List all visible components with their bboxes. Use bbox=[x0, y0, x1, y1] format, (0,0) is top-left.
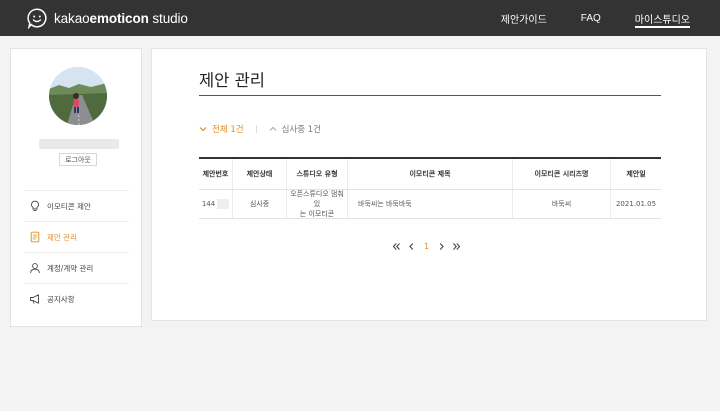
avatar bbox=[49, 67, 107, 125]
logout-button[interactable]: 로그아웃 bbox=[59, 153, 97, 166]
filter-reviewing-label: 심사중 1건 bbox=[281, 125, 321, 135]
smiley-bubble-icon bbox=[27, 8, 47, 29]
sidebar-item-account-contract[interactable]: 계정/계약 관리 bbox=[25, 252, 129, 283]
id-redacted bbox=[217, 199, 230, 209]
col-header-proposal-number: 제안번호 bbox=[199, 159, 233, 189]
sidebar-item-label: 공지사항 bbox=[47, 294, 75, 304]
top-navigation-bar: kakaoemoticon studio 제안가이드 FAQ 마이스튜디오 bbox=[0, 0, 720, 36]
cell-emoticon-title-link[interactable]: 바둑씨는 바둑바둑 bbox=[348, 190, 513, 218]
status-filters: 전체 1건 심사중 1건 bbox=[199, 123, 321, 135]
last-page-button[interactable] bbox=[449, 239, 464, 253]
lightbulb-icon bbox=[31, 200, 39, 211]
col-header-date: 제안일 bbox=[626, 170, 646, 178]
pagination: 1 bbox=[389, 239, 464, 253]
table-header-row: 제안번호 제안상태 스튜디오 유형 이모티콘 제목 이모티콘 시리즈명 제안일 bbox=[199, 159, 661, 190]
first-page-button[interactable] bbox=[389, 239, 404, 253]
filter-reviewing[interactable]: 심사중 1건 bbox=[269, 123, 321, 135]
sidebar-item-emoticon-proposal[interactable]: 이모티콘 제안 bbox=[25, 190, 129, 221]
chevron-up-icon bbox=[269, 126, 276, 131]
col-header-studio-type: 스튜디오 유형 bbox=[287, 159, 348, 189]
title-divider bbox=[199, 95, 661, 96]
col-header-emoticon-title: 이모티콘 제목 bbox=[348, 159, 513, 189]
brand-name: kakaoemoticon studio bbox=[54, 10, 188, 26]
nav-faq[interactable]: FAQ bbox=[581, 0, 601, 36]
cell-series-name: 바둑씨 bbox=[513, 190, 611, 218]
next-page-button[interactable] bbox=[434, 239, 449, 253]
table-row[interactable]: 144 심사중 오픈스튜디오 멈춰있 는 이모티콘 바둑씨는 바둑바둑 바둑씨 2… bbox=[199, 190, 661, 219]
cell-date: 2021.01.05 bbox=[615, 200, 657, 208]
proposals-table: 제안번호 제안상태 스튜디오 유형 이모티콘 제목 이모티콘 시리즈명 제안일 … bbox=[199, 157, 661, 219]
prev-page-button[interactable] bbox=[404, 239, 419, 253]
sidebar: 로그아웃 이모티콘 제안 제안 관리 계정/계약 관리 공지사항 bbox=[10, 48, 142, 327]
col-header-series-name: 이모티콘 시리즈명 bbox=[513, 159, 611, 189]
cell-status: 심사중 bbox=[233, 190, 287, 218]
sidebar-item-label: 계정/계약 관리 bbox=[47, 263, 94, 273]
filter-divider bbox=[255, 125, 257, 133]
nav-my-studio[interactable]: 마이스튜디오 bbox=[634, 0, 691, 36]
sidebar-item-notices[interactable]: 공지사항 bbox=[25, 283, 129, 314]
page-number-current[interactable]: 1 bbox=[419, 239, 434, 253]
document-icon bbox=[30, 231, 40, 243]
main-nav: 제안가이드 FAQ 마이스튜디오 bbox=[467, 0, 691, 36]
chevron-left-icon bbox=[409, 242, 414, 250]
double-chevron-right-icon bbox=[453, 242, 461, 250]
double-chevron-left-icon bbox=[392, 242, 400, 250]
col-header-status: 제안상태 bbox=[233, 159, 287, 189]
brand-logo[interactable]: kakaoemoticon studio bbox=[26, 7, 188, 29]
page-title: 제안 관리 bbox=[199, 71, 265, 90]
filter-all-label: 전체 1건 bbox=[212, 125, 244, 135]
chevron-right-icon bbox=[439, 242, 444, 250]
sidebar-menu: 이모티콘 제안 제안 관리 계정/계약 관리 공지사항 bbox=[25, 190, 129, 314]
sidebar-item-label: 이모티콘 제안 bbox=[47, 201, 91, 211]
user-name-redacted bbox=[39, 139, 119, 149]
megaphone-icon bbox=[30, 294, 39, 304]
chevron-down-icon bbox=[199, 127, 207, 132]
profile-photo bbox=[49, 67, 107, 125]
sidebar-item-proposal-management[interactable]: 제안 관리 bbox=[25, 221, 129, 252]
cell-proposal-number: 144 bbox=[199, 190, 233, 218]
nav-proposal-guide[interactable]: 제안가이드 bbox=[501, 0, 547, 36]
filter-all[interactable]: 전체 1건 bbox=[199, 123, 244, 135]
sidebar-item-label: 제안 관리 bbox=[47, 232, 77, 242]
cell-studio-type: 오픈스튜디오 멈춰있 는 이모티콘 bbox=[287, 190, 348, 218]
user-icon bbox=[30, 263, 40, 274]
main-panel: 제안 관리 전체 1건 심사중 1건 제안번호 제안상태 스튜디오 유형 이모티… bbox=[151, 48, 707, 321]
